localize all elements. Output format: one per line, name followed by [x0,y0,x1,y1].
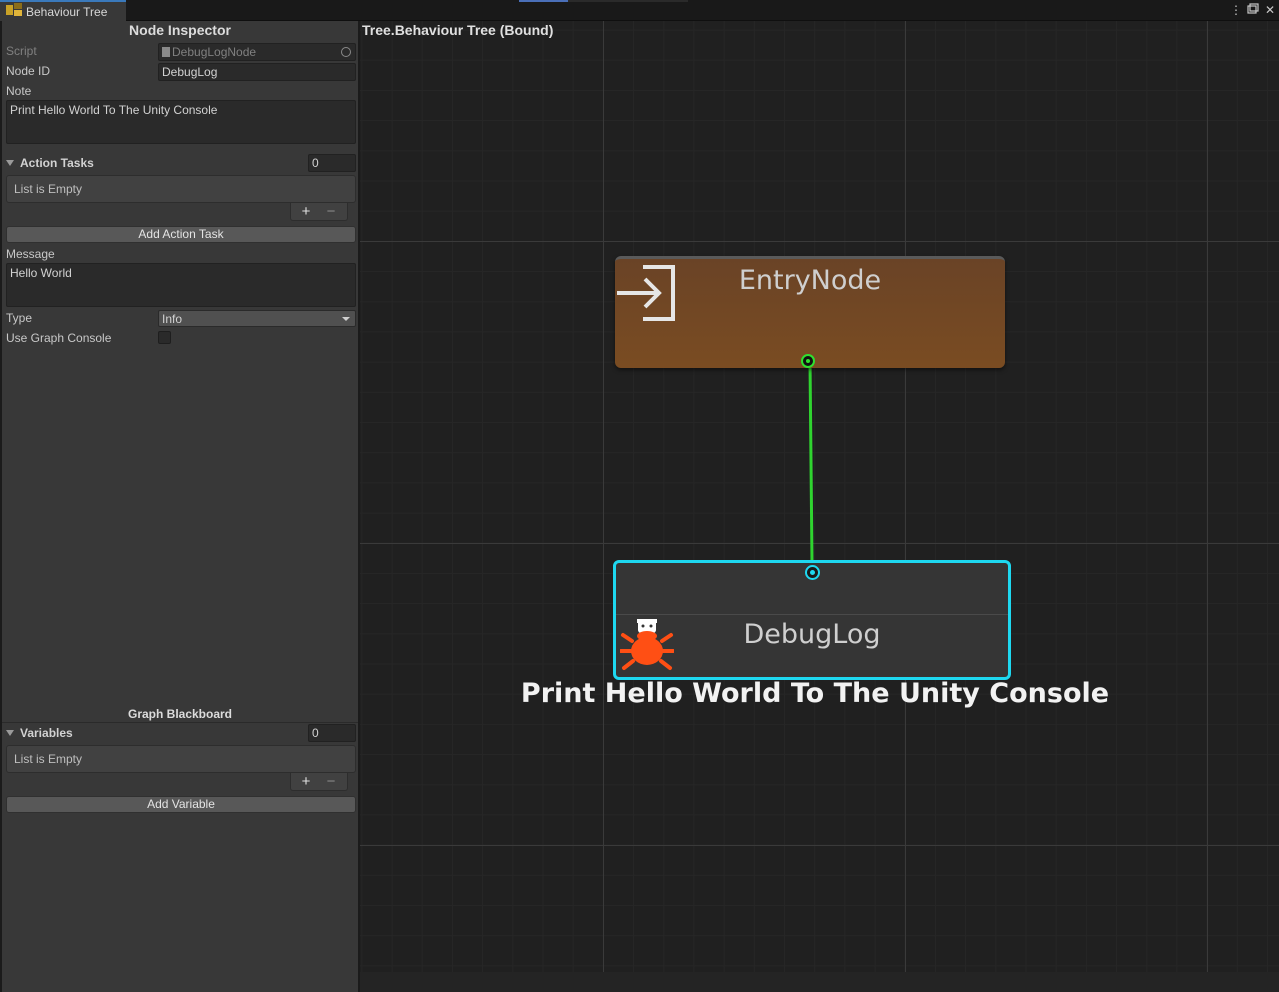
entry-node-output-port[interactable] [801,354,815,368]
graph-blackboard-panel: Graph Blackboard Variables 0 List is Emp… [2,707,358,992]
behaviour-tree-icon [6,3,22,20]
variables-list-footer: + − [290,773,348,791]
blackboard-divider [2,722,358,723]
inspector-title: Node Inspector [129,22,231,38]
node-id-label: Node ID [6,64,51,78]
message-textarea[interactable]: Hello World [6,263,356,307]
script-field: DebugLogNode [158,43,356,61]
connection-line[interactable] [360,21,1279,992]
action-tasks-label: Action Tasks [20,156,94,170]
action-tasks-foldout[interactable]: Action Tasks [6,156,94,170]
maximize-icon[interactable] [1246,3,1260,17]
debuglog-node-input-port[interactable] [805,565,820,580]
variables-count[interactable]: 0 [308,724,356,742]
left-panel: Node Inspector Script DebugLogNode Node … [0,21,360,992]
script-file-icon [162,47,170,57]
use-graph-console-label: Use Graph Console [6,331,112,345]
action-tasks-list-footer: + − [290,203,348,221]
message-label: Message [6,247,55,261]
graph-title: Tree.Behaviour Tree (Bound) [362,22,554,38]
kebab-menu-icon[interactable]: ⋮ [1229,3,1243,17]
action-tasks-count[interactable]: 0 [308,154,356,172]
script-value: DebugLogNode [172,45,257,59]
tab-strip-track [568,0,688,2]
add-variable-button[interactable]: Add Variable [6,796,356,813]
type-dropdown-value: Info [162,312,183,326]
entry-node[interactable]: EntryNode [615,256,1005,368]
graph-canvas[interactable]: Tree.Behaviour Tree (Bound) EntryNode De… [360,21,1279,992]
add-variable-plus-button[interactable]: + [296,773,316,791]
script-label: Script [6,44,37,58]
add-action-task-plus-button[interactable]: + [296,203,316,221]
dropdown-arrow-icon [342,317,350,321]
graph-bottom-bar [360,972,1279,992]
action-tasks-list: List is Empty [6,175,356,203]
editor-tab-bar: Behaviour Tree ⋮ ✕ [0,0,1279,21]
add-action-task-button[interactable]: Add Action Task [6,226,356,243]
node-divider [616,614,1008,615]
use-graph-console-checkbox[interactable] [158,331,171,344]
debuglog-node[interactable]: DebugLog [613,560,1011,680]
object-picker-icon[interactable] [341,47,351,57]
close-icon[interactable]: ✕ [1263,3,1277,17]
blackboard-title: Graph Blackboard [127,707,233,721]
variables-label: Variables [20,726,73,740]
node-inspector-panel: Node Inspector Script DebugLogNode Node … [2,21,358,707]
foldout-triangle-icon [6,730,14,736]
variables-foldout[interactable]: Variables [6,726,73,740]
node-id-field[interactable]: DebugLog [158,63,356,81]
entry-node-title: EntryNode [738,265,882,296]
tab-behaviour-tree[interactable]: Behaviour Tree [0,0,126,21]
remove-action-task-minus-button[interactable]: − [321,203,341,221]
foldout-triangle-icon [6,160,14,166]
note-label: Note [6,84,32,98]
tab-label: Behaviour Tree [26,4,108,19]
tab-strip-indicator [519,0,568,2]
variables-list: List is Empty [6,745,356,773]
type-label: Type [6,311,33,325]
note-textarea[interactable]: Print Hello World To The Unity Console [6,100,356,144]
debuglog-node-title: DebugLog [743,619,881,650]
remove-variable-minus-button[interactable]: − [321,773,341,791]
node-note-label: Print Hello World To The Unity Console [520,678,1110,709]
type-dropdown[interactable]: Info [158,310,356,327]
